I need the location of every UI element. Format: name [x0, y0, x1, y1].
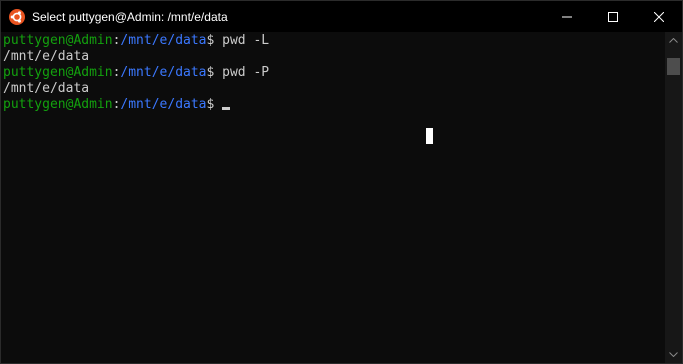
chevron-up-icon — [669, 38, 678, 43]
vertical-scrollbar[interactable] — [665, 32, 682, 363]
maximize-icon — [608, 11, 618, 22]
scroll-down-button[interactable] — [665, 346, 682, 363]
terminal-line-output: /mnt/e/data — [3, 81, 665, 97]
mouse-pointer — [426, 128, 433, 144]
ubuntu-icon[interactable] — [9, 8, 25, 25]
scroll-up-button[interactable] — [665, 32, 682, 49]
minimize-icon — [562, 16, 572, 17]
maximize-button[interactable] — [590, 1, 636, 32]
close-icon — [654, 11, 664, 22]
caption-buttons — [544, 1, 682, 32]
output-text: /mnt/e/data — [3, 49, 90, 64]
scroll-thumb[interactable] — [667, 58, 680, 75]
prompt-user: puttygen@Admin — [3, 65, 113, 80]
command-text: pwd -L — [222, 33, 270, 48]
command-text: pwd -P — [222, 65, 270, 80]
prompt-symbol: $ — [206, 97, 223, 112]
chevron-down-icon — [669, 352, 678, 357]
minimize-button[interactable] — [544, 1, 590, 32]
terminal-line-prompt: puttygen@Admin:/mnt/e/data$ pwd -L — [3, 33, 665, 49]
terminal-content[interactable]: puttygen@Admin:/mnt/e/data$ pwd -L /mnt/… — [1, 32, 665, 363]
window-title: Select puttygen@Admin: /mnt/e/data — [32, 9, 228, 24]
terminal-window: Select puttygen@Admin: /mnt/e/data putty… — [0, 0, 683, 364]
prompt-path: /mnt/e/data — [120, 65, 207, 80]
prompt-symbol: $ — [206, 33, 223, 48]
terminal-line-prompt: puttygen@Admin:/mnt/e/data$ pwd -P — [3, 65, 665, 81]
prompt-user: puttygen@Admin — [3, 33, 113, 48]
prompt-symbol: $ — [206, 65, 223, 80]
prompt-user: puttygen@Admin — [3, 97, 113, 112]
terminal-line-output: /mnt/e/data — [3, 49, 665, 65]
text-cursor — [222, 107, 231, 110]
close-button[interactable] — [636, 1, 682, 32]
output-text: /mnt/e/data — [3, 81, 90, 96]
prompt-path: /mnt/e/data — [120, 33, 207, 48]
prompt-path: /mnt/e/data — [120, 97, 207, 112]
title-bar[interactable]: Select puttygen@Admin: /mnt/e/data — [1, 1, 682, 32]
terminal-line-prompt: puttygen@Admin:/mnt/e/data$ — [3, 97, 665, 113]
